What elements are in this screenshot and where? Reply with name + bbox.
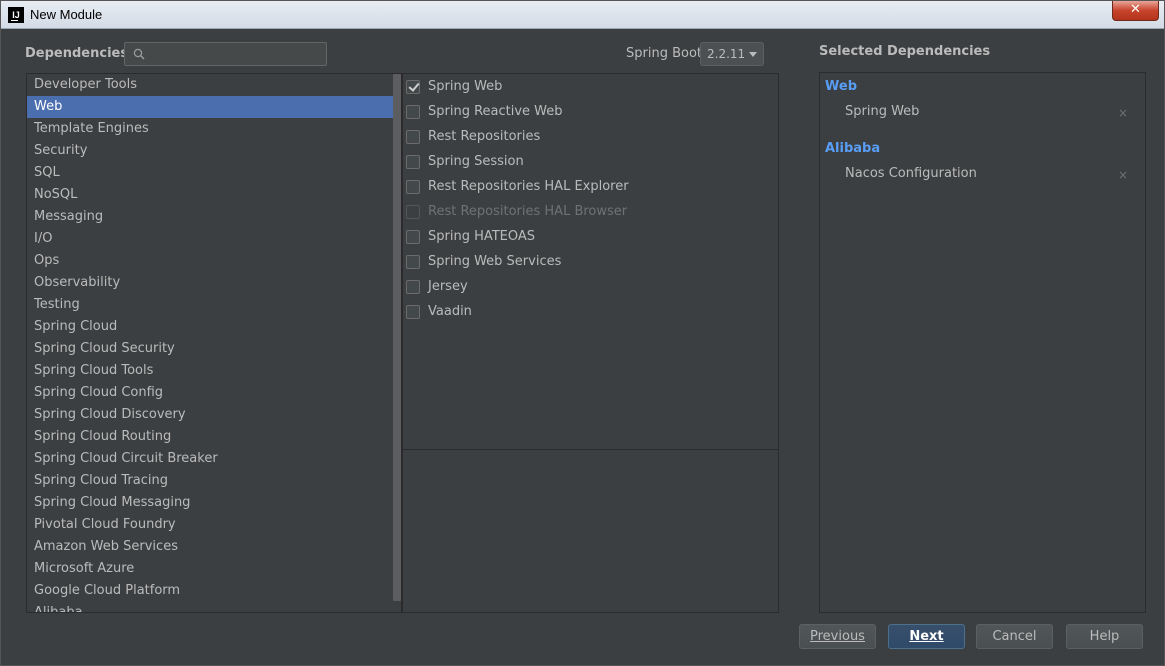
dependency-label: Spring Reactive Web [428,104,563,119]
help-button-label: Help [1089,629,1120,644]
close-window-button[interactable]: ✕ [1112,1,1159,21]
window-title: New Module [30,7,103,22]
intellij-app-icon: IJ [8,7,24,23]
dependencies-heading: Dependencies [25,46,129,61]
category-list-scrollbar[interactable] [393,74,401,601]
checkbox-icon[interactable] [406,105,420,119]
selected-dependencies-list: Web Spring Web × Alibaba Nacos Configuration… [819,72,1146,613]
category-item[interactable]: Testing [27,294,399,316]
category-item[interactable]: Messaging [27,206,399,228]
new-module-dialog: IJ New Module ✕ Dependencies Spring Boot… [0,0,1165,666]
category-item[interactable]: Spring Cloud [27,316,399,338]
spring-boot-version-value: 2.2.11 [707,47,746,61]
category-item[interactable]: Spring Cloud Tracing [27,470,399,492]
category-item[interactable]: Spring Cloud Tools [27,360,399,382]
category-item[interactable]: Web [27,96,399,118]
next-button[interactable]: Next [888,624,965,649]
checkbox-icon[interactable] [406,280,420,294]
dependency-label: Rest Repositories [428,129,541,144]
spring-boot-version-select[interactable]: 2.2.11 [700,42,764,66]
search-icon [133,48,145,60]
category-item[interactable]: Spring Cloud Routing [27,426,399,448]
checkbox-icon[interactable] [406,180,420,194]
category-item[interactable]: Observability [27,272,399,294]
checkbox-checked-icon[interactable] [406,80,420,94]
category-item[interactable]: Spring Cloud Security [27,338,399,360]
checkbox-icon[interactable] [406,230,420,244]
remove-dependency-icon[interactable]: × [1117,107,1129,119]
category-item[interactable]: SQL [27,162,399,184]
dependency-label: Jersey [428,279,468,294]
dependency-label: Vaadin [428,304,472,319]
category-list[interactable]: Alibaba Google Cloud Platform Microsoft Az… [26,73,402,613]
spring-boot-label: Spring Boot [626,46,703,61]
search-input[interactable] [151,45,321,63]
category-item[interactable]: Spring Cloud Messaging [27,492,399,514]
category-item[interactable]: Spring Cloud Discovery [27,404,399,426]
dependency-label: Spring Session [428,154,524,169]
dependency-label: Spring Web Services [428,254,562,269]
category-item[interactable]: Ops [27,250,399,272]
category-item[interactable]: Spring Cloud Config [27,382,399,404]
cancel-button-label: Cancel [992,629,1037,644]
category-item[interactable]: Pivotal Cloud Foundry [27,514,399,536]
category-item[interactable]: I/O [27,228,399,250]
checkbox-icon[interactable] [406,130,420,144]
selected-group-heading: Alibaba [825,141,881,156]
category-item[interactable]: NoSQL [27,184,399,206]
category-item[interactable]: Amazon Web Services [27,536,399,558]
dependency-label: Spring Web [428,79,503,94]
category-item[interactable]: Developer Tools [27,74,399,96]
dependency-label: Rest Repositories HAL Browser [428,204,628,219]
checkbox-icon[interactable] [406,305,420,319]
category-item[interactable]: Google Cloud Platform [27,580,399,602]
category-item[interactable]: Security [27,140,399,162]
selected-dependency-item: Spring Web [845,104,920,119]
checkbox-icon[interactable] [406,155,420,169]
checkbox-icon[interactable] [406,255,420,269]
chevron-down-icon [749,52,757,57]
selected-dependencies-heading: Selected Dependencies [819,44,991,59]
dialog-content: Dependencies Spring Boot 2.2.11 Selected… [5,30,1160,661]
title-bar: IJ New Module ✕ [1,1,1164,29]
dependency-description-pane [403,449,778,612]
help-button[interactable]: Help [1066,624,1143,649]
category-item[interactable]: Microsoft Azure [27,558,399,580]
selected-dependency-item: Nacos Configuration [845,166,977,181]
category-item[interactable]: Alibaba [27,602,399,612]
dependency-search[interactable] [124,42,327,66]
previous-button-label: Previous [810,629,865,644]
cancel-button[interactable]: Cancel [976,624,1053,649]
dependency-label: Spring HATEOAS [428,229,536,244]
selected-group-heading: Web [825,79,857,94]
dependency-label: Rest Repositories HAL Explorer [428,179,629,194]
checkbox-icon [406,205,420,219]
dependency-checkbox-list: Spring Web Spring Reactive Web Rest Reposi… [402,73,779,613]
category-item[interactable]: Template Engines [27,118,399,140]
remove-dependency-icon[interactable]: × [1117,169,1129,181]
category-item[interactable]: Spring Cloud Circuit Breaker [27,448,399,470]
next-button-label: Next [909,629,944,644]
previous-button[interactable]: Previous [799,624,876,649]
